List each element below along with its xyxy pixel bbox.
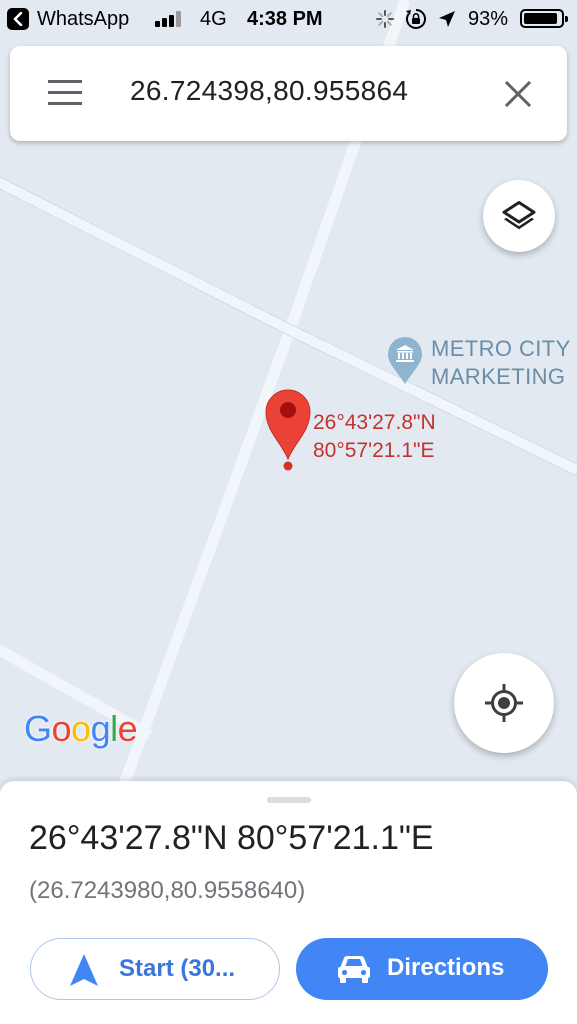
status-time: 4:38 PM xyxy=(247,8,323,30)
museum-pin-icon[interactable] xyxy=(387,337,423,385)
close-icon[interactable] xyxy=(503,79,533,109)
poi-name-line1: METRO CITY xyxy=(431,336,571,361)
search-input[interactable]: 26.724398,80.955864 xyxy=(130,75,408,107)
hamburger-menu-icon[interactable] xyxy=(48,80,82,106)
place-title: 26°43'27.8"N 80°57'21.1"E xyxy=(29,819,434,857)
poi-name-line2: MARKETING xyxy=(431,364,566,389)
google-logo: Google xyxy=(24,708,138,749)
battery-percent: 93% xyxy=(468,8,509,30)
search-bar[interactable]: 26.724398,80.955864 xyxy=(10,46,567,141)
sheet-drag-handle[interactable] xyxy=(267,797,311,803)
car-icon xyxy=(338,956,370,983)
dropped-pin-label: 26°43'27.8"N 80°57'21.1"E xyxy=(313,409,436,465)
place-decimal-coordinates: (26.7243980,80.9558640) xyxy=(29,877,306,904)
signal-bars-icon xyxy=(155,11,185,27)
place-bottom-sheet[interactable]: 26°43'27.8"N 80°57'21.1"E (26.7243980,80… xyxy=(0,781,577,1024)
navigation-arrow-icon xyxy=(70,954,98,986)
start-label: Start (30... xyxy=(119,955,236,982)
directions-label: Directions xyxy=(387,954,505,981)
layers-icon xyxy=(502,201,536,230)
rotation-lock-icon xyxy=(406,9,426,29)
pin-latitude: 26°43'27.8"N xyxy=(313,411,436,434)
red-pin-icon[interactable] xyxy=(264,387,312,473)
network-type: 4G xyxy=(200,8,227,30)
poi-label[interactable]: METRO CITY MARKETING xyxy=(431,335,571,391)
map-layers-button[interactable] xyxy=(483,180,555,252)
location-arrow-icon xyxy=(439,11,455,27)
back-to-app-label[interactable]: WhatsApp xyxy=(37,7,129,31)
battery-level xyxy=(524,13,557,24)
status-bar: WhatsApp 4G 4:38 PM 93% xyxy=(0,0,577,38)
pin-longitude: 80°57'21.1"E xyxy=(313,439,435,462)
my-location-button[interactable] xyxy=(454,653,554,753)
start-navigation-button[interactable]: Start (30... xyxy=(30,938,280,1000)
battery-icon xyxy=(520,9,568,28)
back-arrow-icon[interactable] xyxy=(7,8,29,30)
directions-button[interactable]: Directions xyxy=(296,938,548,1000)
activity-spinner-icon xyxy=(376,10,394,28)
my-location-icon xyxy=(485,684,523,722)
